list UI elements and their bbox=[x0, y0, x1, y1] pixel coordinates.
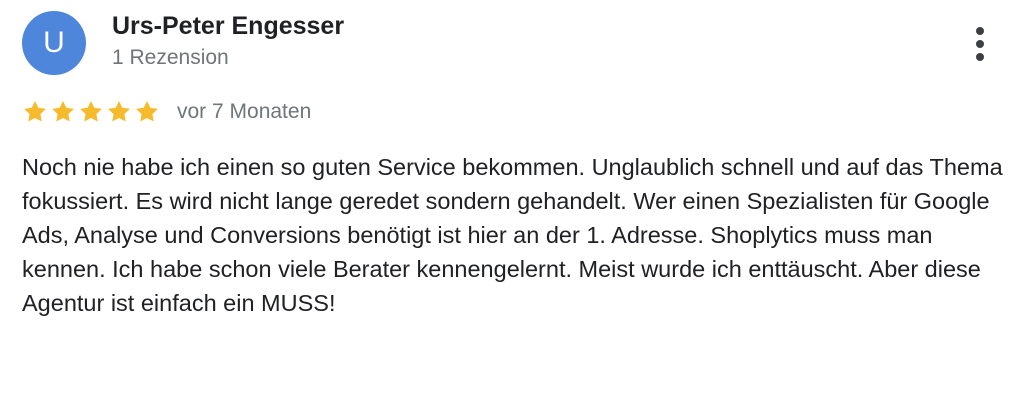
author-name[interactable]: Urs-Peter Engesser bbox=[112, 10, 344, 42]
star-icon bbox=[24, 100, 46, 122]
more-vertical-icon-dot bbox=[976, 53, 984, 61]
author-review-count[interactable]: 1 Rezension bbox=[112, 45, 344, 71]
avatar-initial: U bbox=[43, 26, 65, 59]
more-vertical-icon bbox=[976, 27, 984, 35]
avatar[interactable]: U bbox=[22, 11, 86, 75]
review-text: Noch nie habe ich einen so guten Service… bbox=[22, 154, 1003, 316]
star-icon bbox=[80, 100, 102, 122]
star-icon bbox=[108, 100, 130, 122]
author-info: Urs-Peter Engesser 1 Rezension bbox=[112, 10, 344, 71]
more-options-button[interactable] bbox=[964, 22, 996, 66]
review-card: U Urs-Peter Engesser 1 Rezension vor 7 M… bbox=[0, 0, 1022, 410]
star-icon bbox=[52, 100, 74, 122]
star-rating bbox=[22, 99, 160, 125]
review-date: vor 7 Monaten bbox=[177, 100, 312, 123]
star-icon bbox=[136, 100, 158, 122]
more-vertical-icon-dot bbox=[976, 40, 984, 48]
rating-row: vor 7 Monaten bbox=[22, 96, 311, 128]
